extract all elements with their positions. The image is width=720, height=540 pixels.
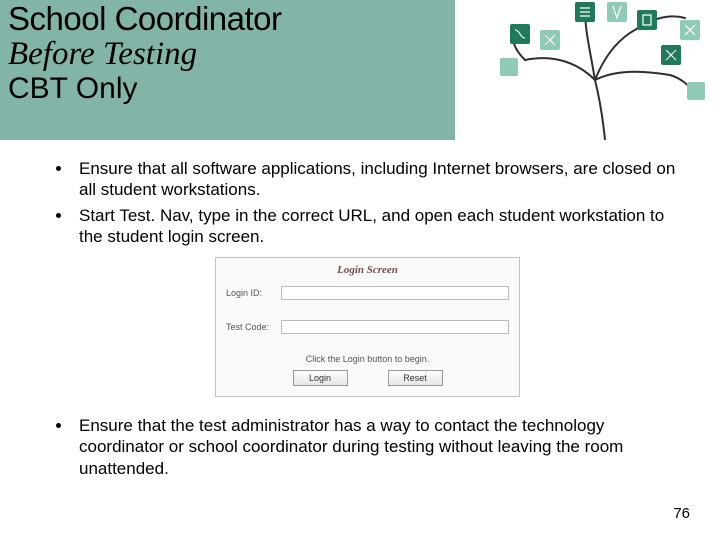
bullet-list-bottom: Ensure that the test administrator has a… — [45, 415, 690, 479]
tree-illustration — [455, 0, 720, 140]
login-id-label: Login ID: — [226, 288, 281, 298]
slide-body: Ensure that all software applications, i… — [0, 140, 720, 479]
login-id-input[interactable] — [281, 286, 509, 300]
test-code-label: Test Code: — [226, 322, 281, 332]
login-button-row: Login Reset — [226, 370, 509, 386]
bullet-item: Start Test. Nav, type in the correct URL… — [73, 205, 690, 248]
login-button[interactable]: Login — [293, 370, 348, 386]
login-screen-figure: Login Screen Login ID: Test Code: Click … — [215, 257, 520, 397]
title-line-2: Before Testing — [8, 37, 447, 72]
reset-button[interactable]: Reset — [388, 370, 443, 386]
bullet-list-top: Ensure that all software applications, i… — [45, 158, 690, 247]
page-number: 76 — [673, 505, 690, 522]
header-title-block: School Coordinator Before Testing CBT On… — [0, 0, 455, 140]
login-instruction: Click the Login button to begin. — [226, 354, 509, 364]
bullet-item: Ensure that the test administrator has a… — [73, 415, 690, 479]
bullet-item: Ensure that all software applications, i… — [73, 158, 690, 201]
title-line-3: CBT Only — [8, 73, 447, 105]
test-code-row: Test Code: — [226, 320, 509, 334]
login-id-row: Login ID: — [226, 286, 509, 300]
title-line-1: School Coordinator — [8, 2, 447, 37]
test-code-input[interactable] — [281, 320, 509, 334]
slide-header: School Coordinator Before Testing CBT On… — [0, 0, 720, 140]
login-screen-title: Login Screen — [226, 264, 509, 276]
